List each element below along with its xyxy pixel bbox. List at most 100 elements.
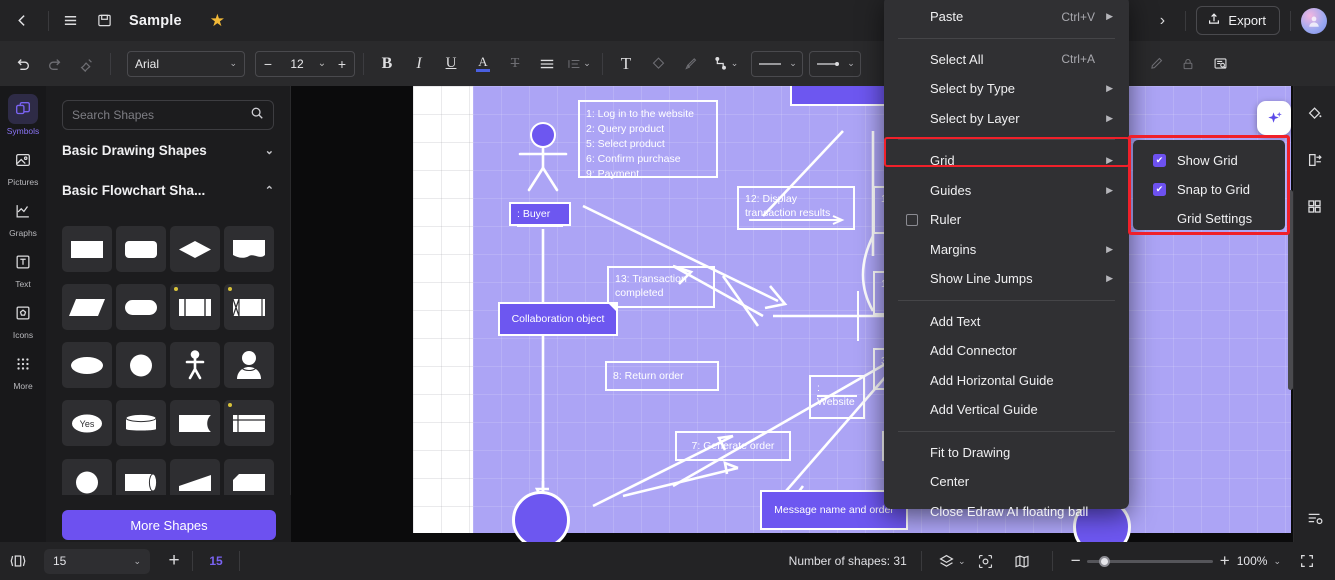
layers-icon[interactable]: ⌄	[936, 553, 968, 570]
font-size-increase[interactable]: +	[330, 56, 354, 72]
menu-item-select-by-type[interactable]: Select by Type ▶	[884, 74, 1129, 104]
format-painter-icon[interactable]	[72, 49, 102, 79]
connector-icon[interactable]: ⌄	[707, 49, 745, 79]
menu-item-paste[interactable]: Paste Ctrl+V ▶	[884, 2, 1129, 32]
submenu-item-snap-to-grid[interactable]: ✔ Snap to Grid	[1133, 175, 1285, 204]
menu-item-close-edraw-ai-floating-ball[interactable]: Close Edraw AI floating ball	[884, 497, 1129, 527]
note-collaboration-object[interactable]: Collaboration object	[498, 302, 618, 336]
shape-item-internal-storage[interactable]	[224, 284, 274, 331]
edit-icon[interactable]	[1141, 49, 1171, 79]
shape-item-document[interactable]	[224, 226, 274, 272]
chevron-down-icon[interactable]: ⌄	[314, 58, 330, 69]
bottom-left-circle[interactable]	[512, 491, 570, 542]
minimap-icon[interactable]	[1004, 553, 1040, 570]
show-grid-checkbox[interactable]: ✔	[1153, 154, 1166, 167]
shape-item-ellipse[interactable]	[62, 342, 112, 389]
add-page-button[interactable]: +	[156, 550, 192, 572]
line-spacing-icon[interactable]: ⌄	[564, 49, 594, 79]
fullscreen-icon[interactable]	[1289, 553, 1325, 569]
menu-item-center[interactable]: Center	[884, 467, 1129, 497]
search-input[interactable]	[72, 108, 250, 122]
shape-item-rectangle[interactable]	[62, 226, 112, 272]
font-size-stepper[interactable]: − 12 ⌄ +	[255, 50, 355, 77]
menu-item-add-connector[interactable]: Add Connector	[884, 336, 1129, 366]
shape-item-multi-document[interactable]	[224, 400, 274, 447]
sidebar-item-text[interactable]: Text	[1, 247, 45, 289]
menu-item-add-text[interactable]: Add Text	[884, 307, 1129, 337]
strikethrough-button[interactable]: T	[500, 49, 530, 79]
grid-submenu[interactable]: ✔ Show Grid ✔ Snap to Grid Grid Settings	[1133, 140, 1285, 230]
sidebar-item-symbols[interactable]: Symbols	[1, 94, 45, 136]
menu-item-select-by-layer[interactable]: Select by Layer ▶	[884, 104, 1129, 134]
shape-item-database[interactable]	[116, 400, 166, 447]
menu-item-select-all[interactable]: Select All Ctrl+A	[884, 45, 1129, 75]
shape-item-predefined-process[interactable]	[170, 284, 220, 331]
font-size-decrease[interactable]: −	[256, 56, 280, 72]
focus-icon[interactable]	[968, 553, 1004, 570]
context-menu[interactable]: Paste Ctrl+V ▶ Select All Ctrl+A Select …	[884, 0, 1129, 519]
page-select[interactable]: 15 ⌄	[44, 548, 150, 574]
settings-list-icon[interactable]	[1301, 504, 1329, 532]
redo-button[interactable]	[40, 49, 70, 79]
back-button[interactable]	[0, 0, 44, 41]
submenu-item-show-grid[interactable]: ✔ Show Grid	[1133, 146, 1285, 175]
shape-item-decision-yes[interactable]: Yes	[62, 400, 112, 447]
menu-item-add-horizontal-guide[interactable]: Add Horizontal Guide	[884, 366, 1129, 396]
shape-item-stadium[interactable]	[116, 284, 166, 331]
fill-color-icon[interactable]	[1301, 100, 1329, 128]
undo-button[interactable]	[8, 49, 38, 79]
menu-item-show-line-jumps[interactable]: Show Line Jumps ▶	[884, 264, 1129, 294]
zoom-in-button[interactable]: +	[1213, 551, 1237, 571]
brush-icon[interactable]	[675, 49, 705, 79]
zoom-out-button[interactable]: −	[1065, 551, 1087, 571]
arrow-style-select[interactable]: ⌄	[809, 50, 861, 77]
sidebar-item-pictures[interactable]: Pictures	[1, 145, 45, 187]
shape-group-basic-flowchart[interactable]: Basic Flowchart Sha... ⌃	[62, 170, 274, 210]
shape-item-diamond[interactable]	[170, 226, 220, 272]
font-size-value[interactable]: 12	[280, 57, 314, 71]
search-icon[interactable]	[250, 106, 264, 125]
chevron-down-icon[interactable]: ⌄	[1273, 556, 1281, 567]
next-arrow-icon[interactable]: ›	[1149, 12, 1175, 30]
underline-button[interactable]: U	[436, 49, 466, 79]
shape-item-person[interactable]	[224, 342, 274, 389]
page-tab-15[interactable]: 15	[193, 554, 239, 568]
more-shapes-button[interactable]: More Shapes	[62, 510, 276, 540]
shape-item-rounded-rectangle[interactable]	[116, 226, 166, 272]
menu-item-add-vertical-guide[interactable]: Add Vertical Guide	[884, 395, 1129, 425]
shape-item-actor[interactable]	[170, 342, 220, 389]
grid-panel-icon[interactable]	[1301, 192, 1329, 220]
font-family-select[interactable]: Arial ⌄	[127, 50, 245, 77]
snap-to-grid-checkbox[interactable]: ✔	[1153, 183, 1166, 196]
sidebar-item-graphs[interactable]: Graphs	[1, 196, 45, 238]
line-style-select[interactable]: ⌄	[751, 50, 803, 77]
save-icon[interactable]	[87, 0, 121, 41]
shape-item-circle[interactable]	[116, 342, 166, 389]
zoom-control[interactable]: − + 100% ⌄	[1065, 551, 1281, 571]
menu-item-margins[interactable]: Margins ▶	[884, 235, 1129, 265]
zoom-slider-knob[interactable]	[1098, 555, 1110, 567]
ruler-checkbox[interactable]	[906, 213, 918, 226]
text-box-button[interactable]: T	[611, 49, 641, 79]
menu-item-grid[interactable]: Grid ▶	[884, 146, 1129, 176]
lock-icon[interactable]	[1173, 49, 1203, 79]
font-color-button[interactable]: A	[468, 49, 498, 79]
page-nav-icon[interactable]	[0, 553, 36, 569]
layout-panel-icon[interactable]	[1301, 146, 1329, 174]
fill-icon[interactable]	[643, 49, 673, 79]
menu-item-fit-to-drawing[interactable]: Fit to Drawing	[884, 438, 1129, 468]
menu-item-guides[interactable]: Guides ▶	[884, 176, 1129, 206]
ai-sparkle-icon[interactable]	[1257, 101, 1291, 135]
sidebar-item-more[interactable]: More	[1, 349, 45, 391]
submenu-item-grid-settings[interactable]: Grid Settings	[1133, 204, 1285, 233]
zoom-slider-track[interactable]	[1086, 555, 1213, 567]
search-shapes-box[interactable]	[62, 100, 274, 130]
sidebar-item-icons[interactable]: Icons	[1, 298, 45, 340]
inspect-icon[interactable]	[1205, 49, 1235, 79]
shape-item-tape[interactable]	[170, 400, 220, 447]
shape-group-basic-drawing[interactable]: Basic Drawing Shapes ⌄	[62, 130, 274, 170]
avatar[interactable]	[1301, 7, 1327, 34]
menu-item-ruler[interactable]: Ruler	[884, 205, 1129, 235]
align-icon[interactable]	[532, 49, 562, 79]
favorite-star-icon[interactable]: ★	[210, 12, 225, 29]
